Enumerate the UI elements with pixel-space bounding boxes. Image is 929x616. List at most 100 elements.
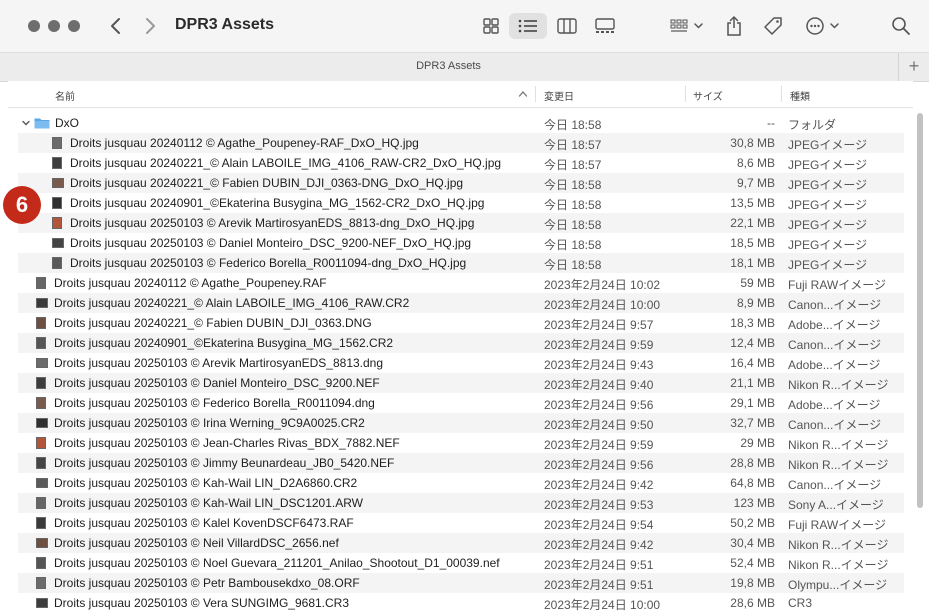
image-thumbnail-icon <box>36 577 46 589</box>
list-view-button[interactable] <box>509 13 547 39</box>
vertical-scrollbar[interactable] <box>915 113 924 616</box>
sort-ascending-icon[interactable] <box>518 90 528 98</box>
group-button[interactable] <box>667 13 707 39</box>
column-separator <box>535 86 536 102</box>
close-window-button[interactable] <box>28 20 40 32</box>
image-thumbnail-icon <box>36 557 46 569</box>
image-thumbnail-icon <box>36 457 46 469</box>
more-actions-button[interactable] <box>803 13 843 39</box>
gallery-view-button[interactable] <box>590 13 620 39</box>
file-date: 2023年2月24日 9:53 <box>544 498 654 512</box>
file-row[interactable]: Droits jusquau 20240221_© Alain LABOILE_… <box>18 153 904 173</box>
file-row[interactable]: Droits jusquau 20250103 © Federico Borel… <box>18 393 904 413</box>
file-row[interactable]: Droits jusquau 20240112 © Agathe_Poupene… <box>18 273 904 293</box>
file-row[interactable]: Droits jusquau 20250103 © Daniel Monteir… <box>18 373 904 393</box>
disclosure-triangle-icon[interactable] <box>21 118 31 128</box>
column-separator <box>781 86 782 102</box>
file-date: 2023年2月24日 9:56 <box>544 398 654 412</box>
file-row[interactable]: Droits jusquau 20250103 © Kalel KovenDSC… <box>18 513 904 533</box>
file-size: 29,1 MB <box>730 396 775 410</box>
file-date: 今日 18:58 <box>544 198 602 212</box>
file-row[interactable]: Droits jusquau 20250103 © Jimmy Beunarde… <box>18 453 904 473</box>
file-name: Droits jusquau 20250103 © Jimmy Beunarde… <box>54 456 395 470</box>
file-kind: JPEGイメージ <box>788 158 868 172</box>
scrollbar-thumb[interactable] <box>917 113 923 508</box>
file-list: DxO 今日 18:58 -- フォルダ Droits jusquau 20240112… <box>18 113 904 613</box>
back-button[interactable] <box>104 14 128 38</box>
folder-row[interactable]: DxO 今日 18:58 -- フォルダ <box>18 113 904 133</box>
file-name: Droits jusquau 20250103 © Federico Borel… <box>70 256 467 270</box>
file-row[interactable]: Droits jusquau 20240901_©Ekaterina Busyg… <box>18 193 904 213</box>
file-row[interactable]: Droits jusquau 20250103 © Arevik Martiro… <box>18 353 904 373</box>
file-row[interactable]: Droits jusquau 20240221_© Fabien DUBIN_D… <box>18 173 904 193</box>
image-thumbnail-icon <box>52 217 62 229</box>
file-name: Droits jusquau 20250103 © Federico Borel… <box>54 396 375 410</box>
column-size-header[interactable]: サイズ <box>693 88 723 103</box>
file-kind: JPEGイメージ <box>788 238 868 252</box>
file-row[interactable]: Droits jusquau 20250103 © Kah-Wail LIN_D… <box>18 493 904 513</box>
file-date: 今日 18:57 <box>544 138 602 152</box>
file-size: -- <box>767 116 775 130</box>
file-row[interactable]: Droits jusquau 20250103 © Vera SUNGIMG_9… <box>18 593 904 613</box>
file-row[interactable]: Droits jusquau 20240221_© Alain LABOILE_… <box>18 293 904 313</box>
image-thumbnail-icon <box>36 317 46 329</box>
file-kind: JPEGイメージ <box>788 138 868 152</box>
file-date: 2023年2月24日 9:40 <box>544 378 654 392</box>
file-date: 2023年2月24日 9:54 <box>544 518 654 532</box>
file-size: 9,7 MB <box>736 176 775 190</box>
file-name: Droits jusquau 20250103 © Jean-Charles R… <box>54 436 400 450</box>
file-kind: Canon...イメージ <box>788 418 882 432</box>
file-kind: Fuji RAWイメージ <box>788 278 886 292</box>
file-row[interactable]: Droits jusquau 20250103 © Neil VillardDS… <box>18 533 904 553</box>
file-row[interactable]: Droits jusquau 20250103 © Irina Werning_… <box>18 413 904 433</box>
image-thumbnail-icon <box>36 437 46 449</box>
file-date: 2023年2月24日 9:42 <box>544 538 654 552</box>
image-thumbnail-icon <box>52 257 62 269</box>
file-kind: Adobe...イメージ <box>788 398 881 412</box>
column-name-header[interactable]: 名前 <box>55 88 75 103</box>
file-row[interactable]: Droits jusquau 20250103 © Arevik Martiro… <box>18 213 904 233</box>
file-name: Droits jusquau 20250103 © Kalel KovenDSC… <box>54 516 354 530</box>
file-row[interactable]: Droits jusquau 20250103 © Daniel Monteir… <box>18 233 904 253</box>
folder-icon <box>34 118 50 129</box>
image-thumbnail-icon <box>36 397 46 409</box>
column-modified-header[interactable]: 変更日 <box>544 88 574 103</box>
minimize-window-button[interactable] <box>48 20 60 32</box>
file-date: 2023年2月24日 9:56 <box>544 458 654 472</box>
file-row[interactable]: Droits jusquau 20240112 © Agathe_Poupene… <box>18 133 904 153</box>
file-date: 今日 18:58 <box>544 218 602 232</box>
image-thumbnail-icon <box>52 238 64 248</box>
icon-view-button[interactable] <box>477 13 505 39</box>
file-row[interactable]: Droits jusquau 20250103 © Jean-Charles R… <box>18 433 904 453</box>
file-date: 今日 18:57 <box>544 158 602 172</box>
image-thumbnail-icon <box>36 277 46 289</box>
image-thumbnail-icon <box>36 478 48 488</box>
file-date: 2023年2月24日 9:43 <box>544 358 654 372</box>
image-thumbnail-icon <box>36 418 48 428</box>
file-row[interactable]: Droits jusquau 20250103 © Federico Borel… <box>18 253 904 273</box>
file-name: Droits jusquau 20240221_© Alain LABOILE_… <box>54 296 410 310</box>
column-view-button[interactable] <box>553 13 581 39</box>
file-size: 21,1 MB <box>730 376 775 390</box>
tab-dpr3-assets[interactable]: DPR3 Assets <box>0 60 897 72</box>
file-row[interactable]: Droits jusquau 20240901_©Ekaterina Busyg… <box>18 333 904 353</box>
file-name: Droits jusquau 20240221_© Fabien DUBIN_D… <box>54 316 372 330</box>
file-row[interactable]: Droits jusquau 20250103 © Noel Guevara_2… <box>18 553 904 573</box>
column-kind-header[interactable]: 種類 <box>790 88 810 103</box>
search-button[interactable] <box>889 13 913 39</box>
file-row[interactable]: Droits jusquau 20250103 © Petr Bambousek… <box>18 573 904 593</box>
gallery-view-icon <box>595 18 615 33</box>
file-size: 28,8 MB <box>730 456 775 470</box>
file-name: Droits jusquau 20250103 © Neil VillardDS… <box>54 536 339 550</box>
file-kind: CR3 <box>788 596 813 610</box>
tag-icon <box>764 17 782 35</box>
file-row[interactable]: Droits jusquau 20240221_© Fabien DUBIN_D… <box>18 313 904 333</box>
new-tab-button[interactable]: + <box>898 53 929 81</box>
forward-button[interactable] <box>138 14 162 38</box>
tag-button[interactable] <box>761 13 785 39</box>
file-row[interactable]: Droits jusquau 20250103 © Kah-Wail LIN_D… <box>18 473 904 493</box>
image-thumbnail-icon <box>52 197 62 209</box>
share-button[interactable] <box>722 13 746 39</box>
zoom-window-button[interactable] <box>68 20 80 32</box>
window-title: DPR3 Assets <box>175 16 275 33</box>
